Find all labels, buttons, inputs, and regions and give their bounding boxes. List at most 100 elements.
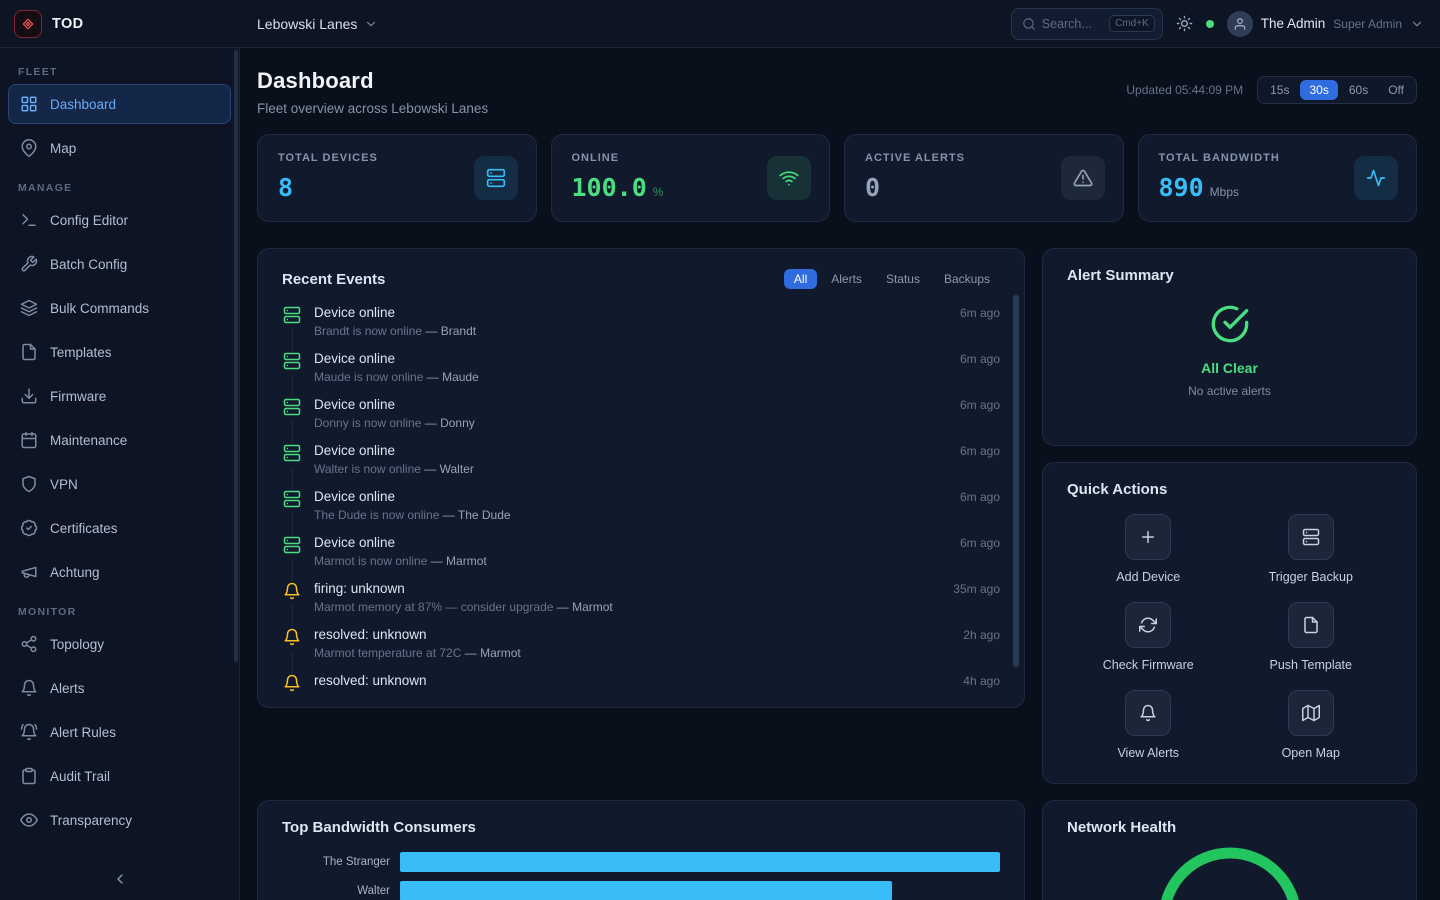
server-icon [283, 536, 301, 554]
user-menu[interactable]: The Admin Super Admin [1227, 11, 1424, 37]
event-filter-alerts[interactable]: Alerts [821, 269, 872, 289]
network-health-gauge: 100 [1155, 844, 1305, 900]
sidebar-item-dashboard[interactable]: Dashboard [8, 84, 231, 124]
brand-logo-icon [14, 10, 42, 38]
event-title: Device online [314, 489, 948, 504]
network-health-value: 100 [1155, 844, 1305, 900]
sidebar-item-transparency[interactable]: Transparency [8, 800, 231, 840]
quick-action-trigger-backup[interactable]: Trigger Backup [1230, 514, 1393, 584]
refresh-option-15s[interactable]: 15s [1261, 80, 1298, 100]
sidebar-item-label: Audit Trail [50, 769, 110, 784]
quick-action-label: Check Firmware [1103, 658, 1194, 672]
status-dot [1206, 20, 1214, 28]
updated-timestamp: Updated 05:44:09 PM [1126, 83, 1243, 97]
timeline-rail [292, 513, 293, 535]
quick-action-check-firmware[interactable]: Check Firmware [1067, 602, 1230, 672]
timeline-rail [292, 467, 293, 489]
sidebar-item-certificates[interactable]: Certificates [8, 508, 231, 548]
events-scrollbar[interactable] [1013, 295, 1019, 667]
sidebar-item-batch-config[interactable]: Batch Config [8, 244, 231, 284]
sidebar-item-firmware[interactable]: Firmware [8, 376, 231, 416]
event-device: — The Dude [443, 508, 511, 522]
event-row[interactable]: resolved: unknown4h ago [282, 673, 1000, 701]
search-box[interactable]: Cmd+K [1011, 8, 1163, 40]
event-row[interactable]: firing: unknownMarmot memory at 87% — co… [282, 581, 1000, 627]
event-device: — Brandt [425, 324, 476, 338]
event-detail: Marmot is now online — Marmot [314, 554, 948, 568]
event-time: 6m ago [960, 306, 1000, 320]
stat-card-total-devices: TOTAL DEVICES8 [257, 134, 537, 222]
search-shortcut-badge: Cmd+K [1109, 15, 1155, 32]
bell-ring-icon [20, 723, 38, 741]
file-icon [1288, 602, 1334, 648]
wifi-icon [767, 156, 811, 200]
sidebar-item-templates[interactable]: Templates [8, 332, 231, 372]
quick-action-open-map[interactable]: Open Map [1230, 690, 1393, 760]
refresh-option-60s[interactable]: 60s [1340, 80, 1377, 100]
sidebar-item-bulk-commands[interactable]: Bulk Commands [8, 288, 231, 328]
sidebar-item-topology[interactable]: Topology [8, 624, 231, 664]
sidebar-item-vpn[interactable]: VPN [8, 464, 231, 504]
server-icon [283, 490, 301, 508]
megaphone-icon [20, 563, 38, 581]
sidebar-item-alerts[interactable]: Alerts [8, 668, 231, 708]
sidebar-item-map[interactable]: Map [8, 128, 231, 168]
org-selector[interactable]: Lebowski Lanes [257, 16, 378, 32]
sidebar-item-label: Certificates [50, 521, 118, 536]
event-device: — Donny [425, 416, 475, 430]
server-icon [283, 352, 301, 370]
event-filter-status[interactable]: Status [876, 269, 930, 289]
quick-action-add-device[interactable]: Add Device [1067, 514, 1230, 584]
event-filter-all[interactable]: All [784, 269, 817, 289]
sidebar-item-label: Transparency [50, 813, 132, 828]
event-row[interactable]: Device onlineDonny is now online — Donny… [282, 397, 1000, 443]
quick-actions-grid: Add DeviceTrigger Backup Check Firmware Pu… [1067, 514, 1392, 760]
event-time: 4h ago [963, 674, 1000, 688]
shield-icon [20, 475, 38, 493]
sidebar-nav: FLEETDashboardMapMANAGEConfig EditorBatc… [0, 66, 239, 840]
timeline-rail [292, 329, 293, 351]
event-title: Device online [314, 397, 948, 412]
quick-action-view-alerts[interactable]: View Alerts [1067, 690, 1230, 760]
event-device: — Marmot [557, 600, 613, 614]
event-time: 6m ago [960, 398, 1000, 412]
event-row[interactable]: Device onlineWalter is now online — Walt… [282, 443, 1000, 489]
sidebar-item-label: Batch Config [50, 257, 127, 272]
sidebar-item-config-editor[interactable]: Config Editor [8, 200, 231, 240]
sidebar-item-maintenance[interactable]: Maintenance [8, 420, 231, 460]
event-time: 35m ago [953, 582, 1000, 596]
bandwidth-row: The Stranger [282, 852, 1000, 872]
brand-name: TOD [52, 16, 84, 32]
timeline-rail [292, 375, 293, 397]
quick-action-push-template[interactable]: Push Template [1230, 602, 1393, 672]
quick-action-label: View Alerts [1117, 746, 1179, 760]
sidebar-collapse-button[interactable] [112, 871, 128, 887]
event-row[interactable]: resolved: unknownMarmot temperature at 7… [282, 627, 1000, 673]
event-detail: The Dude is now online — The Dude [314, 508, 948, 522]
sidebar-item-achtung[interactable]: Achtung [8, 552, 231, 592]
sidebar-item-alert-rules[interactable]: Alert Rules [8, 712, 231, 752]
sidebar: FLEETDashboardMapMANAGEConfig EditorBatc… [0, 48, 240, 900]
event-row[interactable]: Device onlineMarmot is now online — Marm… [282, 535, 1000, 581]
timeline-rail [292, 559, 293, 581]
sidebar-footer [0, 858, 239, 900]
search-input[interactable] [1042, 17, 1103, 31]
sidebar-section-label: FLEET [18, 66, 221, 78]
sidebar-scrollbar[interactable] [234, 50, 238, 662]
event-filter-backups[interactable]: Backups [934, 269, 1000, 289]
refresh-option-off[interactable]: Off [1379, 80, 1413, 100]
theme-toggle-button[interactable] [1176, 15, 1193, 32]
eye-icon [20, 811, 38, 829]
event-row[interactable]: Device onlineMaude is now online — Maude… [282, 351, 1000, 397]
event-row[interactable]: Device onlineBrandt is now online — Bran… [282, 305, 1000, 351]
event-row[interactable]: Device online The Dude is now online — Th… [282, 489, 1000, 535]
alert-triangle-icon [1061, 156, 1105, 200]
quick-actions-panel: Quick Actions Add DeviceTrigger BackupCh… [1042, 462, 1417, 784]
bandwidth-device-label: The Stranger [282, 856, 400, 868]
timeline-rail [292, 605, 293, 627]
sidebar-item-label: Topology [50, 637, 104, 652]
brand: TOD [0, 10, 240, 38]
sidebar-item-audit-trail[interactable]: Audit Trail [8, 756, 231, 796]
refresh-option-30s[interactable]: 30s [1300, 80, 1337, 100]
sidebar-item-label: Alerts [50, 681, 85, 696]
